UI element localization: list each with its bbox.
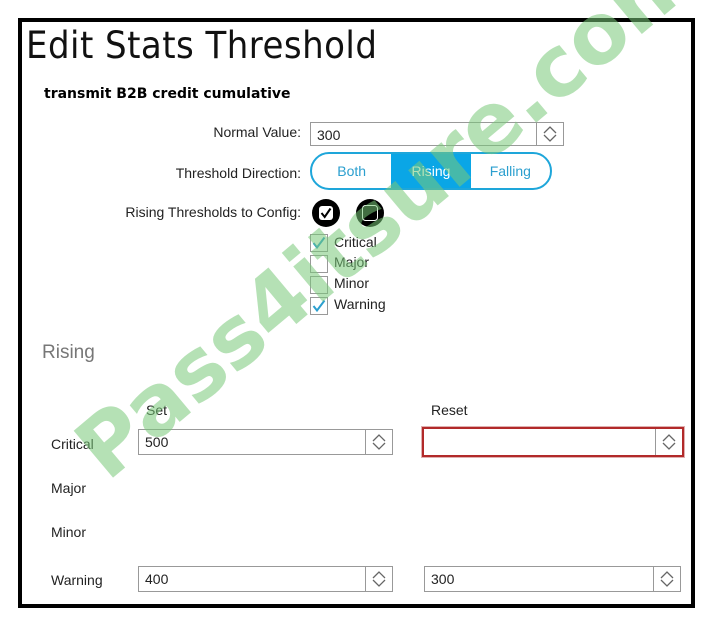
warning-set-value: 400 — [145, 571, 169, 587]
direction-both[interactable]: Both — [312, 154, 391, 188]
dialog-title: Edit Stats Threshold — [26, 24, 378, 67]
checkbox-minor[interactable] — [310, 276, 328, 294]
critical-set-value: 500 — [145, 434, 169, 450]
checkbox-critical[interactable] — [310, 234, 328, 252]
rising-section-title: Rising — [42, 342, 95, 363]
spinner-icon[interactable] — [655, 429, 682, 455]
row-warning-label: Warning — [51, 572, 103, 588]
check-all-icon[interactable] — [312, 199, 340, 227]
direction-falling[interactable]: Falling — [471, 154, 550, 188]
stat-name: transmit B2B credit cumulative — [44, 86, 291, 102]
normal-value-text: 300 — [317, 127, 341, 143]
clear-all-icon[interactable] — [356, 199, 384, 227]
warning-reset-value: 300 — [431, 571, 455, 587]
config-label: Rising Thresholds to Config: — [125, 204, 301, 220]
row-major-label: Major — [51, 480, 87, 496]
spinner-icon[interactable] — [365, 430, 392, 454]
checkbox-minor-label: Minor — [334, 275, 370, 291]
row-critical-label: Critical — [51, 436, 94, 452]
spinner-icon[interactable] — [365, 567, 392, 591]
direction-label: Threshold Direction: — [175, 165, 301, 181]
checkbox-major-label: Major — [334, 254, 370, 270]
direction-toggle: Both Rising Falling — [310, 152, 552, 190]
column-set-header: Set — [146, 402, 168, 418]
checkbox-warning[interactable] — [310, 297, 328, 315]
warning-reset-field[interactable]: 300 — [424, 566, 681, 592]
checkbox-critical-label: Critical — [334, 234, 377, 250]
normal-value-field[interactable]: 300 — [310, 122, 564, 146]
critical-reset-field[interactable] — [421, 426, 685, 458]
spinner-icon[interactable] — [653, 567, 680, 591]
critical-set-field[interactable]: 500 — [138, 429, 393, 455]
row-minor-label: Minor — [51, 524, 87, 540]
direction-rising[interactable]: Rising — [391, 154, 471, 188]
warning-set-field[interactable]: 400 — [138, 566, 393, 592]
normal-value-label: Normal Value: — [213, 124, 301, 140]
column-reset-header: Reset — [431, 402, 468, 418]
checkbox-warning-label: Warning — [334, 296, 386, 312]
checkbox-major[interactable] — [310, 255, 328, 273]
spinner-icon[interactable] — [536, 123, 563, 145]
edit-stats-threshold-dialog: Edit Stats Threshold transmit B2B credit… — [18, 18, 695, 608]
